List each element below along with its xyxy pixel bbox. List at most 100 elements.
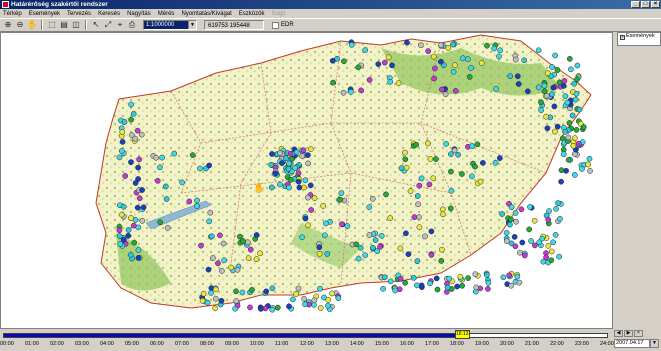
- event-marker[interactable]: [380, 285, 386, 292]
- event-marker[interactable]: [431, 75, 437, 82]
- event-marker[interactable]: [286, 303, 292, 310]
- event-marker[interactable]: [552, 128, 558, 135]
- event-marker[interactable]: [414, 258, 421, 264]
- menu-zoom[interactable]: Nagyítás: [127, 11, 151, 17]
- event-marker[interactable]: [496, 155, 503, 161]
- event-marker[interactable]: [507, 221, 513, 228]
- select-icon[interactable]: ⬚: [47, 20, 57, 30]
- event-marker[interactable]: [287, 150, 294, 157]
- event-marker[interactable]: [136, 195, 143, 202]
- event-marker[interactable]: [562, 93, 569, 99]
- event-marker[interactable]: [296, 184, 303, 191]
- event-marker[interactable]: [324, 251, 331, 257]
- event-marker[interactable]: [378, 232, 385, 239]
- event-marker[interactable]: [344, 223, 351, 229]
- edr-checkbox[interactable]: EDR: [272, 21, 294, 29]
- event-marker[interactable]: [563, 167, 569, 174]
- event-marker[interactable]: [233, 298, 240, 304]
- event-marker[interactable]: [358, 87, 364, 94]
- event-marker[interactable]: [286, 184, 292, 191]
- event-marker[interactable]: [277, 181, 283, 188]
- event-marker[interactable]: [455, 151, 461, 158]
- event-marker[interactable]: [268, 184, 275, 191]
- event-marker[interactable]: [573, 90, 580, 97]
- event-marker[interactable]: [357, 244, 364, 251]
- event-marker[interactable]: [549, 91, 555, 98]
- event-marker[interactable]: [545, 216, 552, 223]
- event-marker[interactable]: [538, 107, 544, 114]
- event-marker[interactable]: [517, 249, 523, 256]
- event-marker[interactable]: [257, 250, 263, 257]
- event-marker[interactable]: [305, 222, 311, 229]
- menu-print[interactable]: Nyomtatás/Kivágat: [181, 11, 231, 17]
- events-panel-button[interactable]: × Események: [617, 32, 661, 46]
- event-marker[interactable]: [484, 272, 490, 278]
- event-marker[interactable]: [445, 45, 452, 51]
- event-marker[interactable]: [407, 188, 414, 194]
- event-marker[interactable]: [565, 134, 572, 141]
- event-marker[interactable]: [300, 147, 307, 154]
- event-marker[interactable]: [369, 195, 376, 202]
- event-marker[interactable]: [398, 165, 405, 172]
- event-marker[interactable]: [338, 190, 345, 196]
- event-marker[interactable]: [430, 175, 437, 182]
- event-marker[interactable]: [199, 297, 206, 304]
- event-marker[interactable]: [565, 157, 572, 163]
- event-marker[interactable]: [215, 260, 221, 267]
- event-marker[interactable]: [478, 60, 485, 66]
- event-marker[interactable]: [311, 195, 318, 202]
- event-marker[interactable]: [500, 274, 507, 281]
- event-marker[interactable]: [362, 252, 369, 259]
- event-marker[interactable]: [301, 295, 307, 302]
- event-marker[interactable]: [197, 165, 203, 172]
- event-marker[interactable]: [128, 101, 134, 108]
- event-marker[interactable]: [292, 164, 298, 171]
- event-marker[interactable]: [247, 246, 254, 253]
- event-marker[interactable]: [499, 211, 505, 217]
- event-marker[interactable]: [212, 286, 219, 293]
- event-marker[interactable]: [402, 156, 409, 163]
- event-marker[interactable]: [564, 99, 571, 106]
- event-marker[interactable]: [574, 76, 580, 83]
- event-marker[interactable]: [552, 232, 559, 238]
- event-marker[interactable]: [413, 141, 420, 148]
- event-marker[interactable]: [329, 290, 335, 297]
- event-marker[interactable]: [157, 164, 163, 171]
- event-marker[interactable]: [444, 284, 451, 291]
- event-marker[interactable]: [493, 85, 499, 92]
- event-marker[interactable]: [474, 141, 481, 148]
- event-marker[interactable]: [521, 252, 528, 259]
- event-marker[interactable]: [316, 250, 323, 257]
- event-marker[interactable]: [573, 127, 580, 133]
- event-marker[interactable]: [466, 74, 473, 80]
- event-marker[interactable]: [416, 182, 423, 189]
- scale-select[interactable]: 1:1000000 ▼: [143, 20, 197, 30]
- event-marker[interactable]: [574, 62, 581, 69]
- event-marker[interactable]: [220, 240, 227, 247]
- event-marker[interactable]: [116, 227, 123, 234]
- event-marker[interactable]: [553, 205, 559, 212]
- event-marker[interactable]: [136, 156, 142, 163]
- event-marker[interactable]: [503, 229, 510, 236]
- event-marker[interactable]: [416, 224, 423, 231]
- menu-tools[interactable]: Eszközök: [239, 11, 265, 17]
- event-marker[interactable]: [513, 218, 519, 225]
- event-marker[interactable]: [128, 116, 134, 123]
- event-marker[interactable]: [540, 258, 547, 265]
- event-marker[interactable]: [134, 204, 141, 211]
- event-marker[interactable]: [189, 152, 196, 158]
- event-marker[interactable]: [549, 64, 555, 70]
- event-marker[interactable]: [317, 285, 323, 292]
- event-marker[interactable]: [302, 215, 309, 222]
- event-marker[interactable]: [587, 168, 593, 174]
- event-marker[interactable]: [325, 296, 332, 303]
- event-marker[interactable]: [560, 83, 567, 89]
- event-marker[interactable]: [194, 203, 200, 209]
- event-marker[interactable]: [536, 239, 543, 246]
- event-marker[interactable]: [426, 181, 433, 188]
- event-marker[interactable]: [558, 178, 564, 185]
- event-marker[interactable]: [139, 187, 145, 193]
- event-marker[interactable]: [442, 91, 449, 98]
- event-marker[interactable]: [233, 288, 239, 295]
- event-marker[interactable]: [448, 187, 455, 194]
